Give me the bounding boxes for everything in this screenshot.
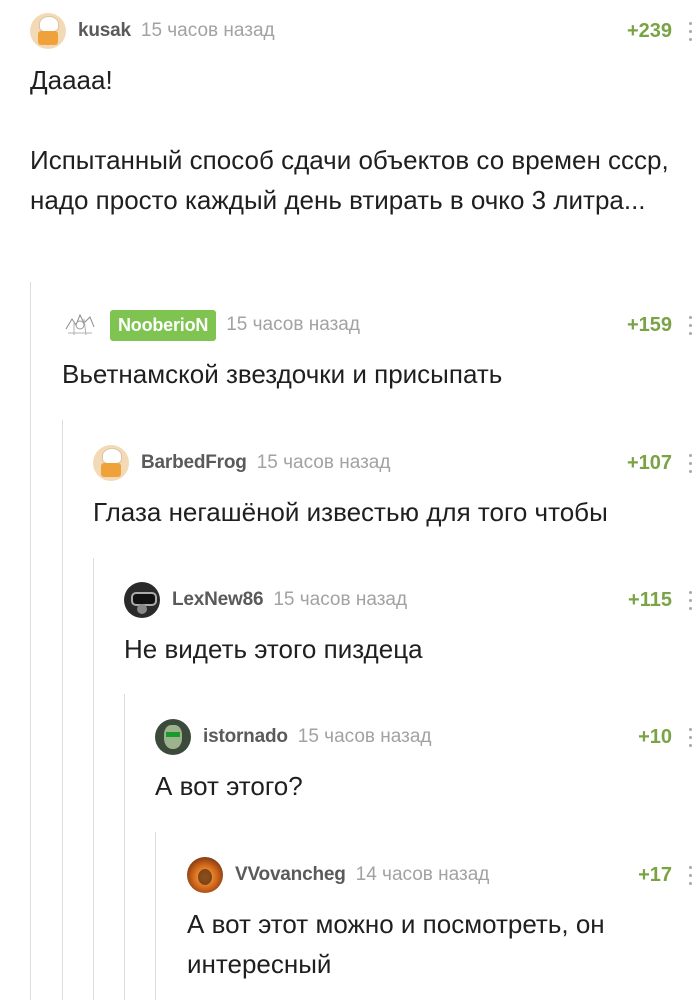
comment-header: istornado 15 часов назад +10 bbox=[155, 714, 700, 760]
thread-line[interactable] bbox=[62, 420, 63, 1000]
comment: istornado 15 часов назад +10 А вот этого… bbox=[155, 714, 700, 806]
comment: LexNew86 15 часов назад +115 Не видеть э… bbox=[124, 577, 700, 669]
username[interactable]: NooberioN bbox=[110, 309, 217, 341]
comment-line: Глаза негашёной известью для того чтобы bbox=[93, 497, 608, 527]
rating: +115 bbox=[628, 588, 672, 611]
more-icon[interactable] bbox=[684, 588, 696, 612]
comment: NooberioN 15 часов назад +159 Вьетнамско… bbox=[62, 302, 700, 394]
more-icon[interactable] bbox=[684, 19, 696, 43]
timestamp[interactable]: 15 часов назад bbox=[141, 20, 275, 42]
avatar-raccoon-icon[interactable] bbox=[124, 582, 160, 618]
comment-text: А вот этот можно и посмотреть, он интере… bbox=[187, 904, 700, 984]
comment-header: kusak 15 часов назад +239 bbox=[30, 8, 700, 54]
comment-header: LexNew86 15 часов назад +115 bbox=[124, 577, 700, 623]
username[interactable]: LexNew86 bbox=[172, 589, 264, 611]
comment-text: Даааа! Испытанный способ сдачи объектов … bbox=[30, 60, 700, 220]
timestamp[interactable]: 15 часов назад bbox=[273, 589, 407, 611]
rating: +159 bbox=[626, 313, 672, 336]
comment-text: Глаза негашёной известью для того чтобы bbox=[93, 492, 700, 532]
username[interactable]: VVovancheg bbox=[235, 864, 346, 886]
avatar-fire-icon[interactable] bbox=[187, 857, 223, 893]
thread-line[interactable] bbox=[155, 832, 156, 1000]
timestamp[interactable]: 14 часов назад bbox=[356, 864, 490, 886]
more-icon[interactable] bbox=[684, 725, 696, 749]
username[interactable]: BarbedFrog bbox=[141, 452, 247, 474]
comment-header: VVovancheg 14 часов назад +17 bbox=[187, 852, 700, 898]
username[interactable]: istornado bbox=[203, 726, 288, 748]
thread-line[interactable] bbox=[124, 694, 125, 1000]
comment-header: BarbedFrog 15 часов назад +107 bbox=[93, 440, 700, 486]
thread-line[interactable] bbox=[93, 558, 94, 1000]
rating: +239 bbox=[626, 19, 672, 42]
thread-line[interactable] bbox=[30, 282, 31, 1000]
avatar-chef-icon[interactable] bbox=[93, 445, 129, 481]
avatar-hacker-icon[interactable] bbox=[155, 719, 191, 755]
more-icon[interactable] bbox=[684, 313, 696, 337]
more-icon[interactable] bbox=[684, 451, 696, 475]
comment-line: Испытанный способ сдачи объектов со врем… bbox=[30, 145, 669, 215]
comment: BarbedFrog 15 часов назад +107 Глаза нег… bbox=[93, 440, 700, 532]
more-icon[interactable] bbox=[684, 863, 696, 887]
comment-text: А вот этого? bbox=[155, 766, 700, 806]
avatar-chef-icon[interactable] bbox=[30, 13, 66, 49]
comment-header: NooberioN 15 часов назад +159 bbox=[62, 302, 700, 348]
comment-line: Не видеть этого пиздеца bbox=[124, 634, 423, 664]
rating: +17 bbox=[638, 863, 672, 886]
comment-line: А вот этого? bbox=[155, 771, 303, 801]
comment-line: Вьетнамской звездочки и присыпать bbox=[62, 359, 503, 389]
avatar-sketch-icon[interactable] bbox=[62, 307, 98, 343]
comment-line: Даааа! bbox=[30, 65, 113, 95]
comment-text: Не видеть этого пиздеца bbox=[124, 629, 700, 669]
comment: kusak 15 часов назад +239 Даааа! Испытан… bbox=[30, 8, 700, 220]
timestamp[interactable]: 15 часов назад bbox=[298, 726, 432, 748]
comment-line: А вот этот можно и посмотреть, он интере… bbox=[187, 909, 605, 979]
comment: VVovancheg 14 часов назад +17 А вот этот… bbox=[187, 852, 700, 984]
comment-text: Вьетнамской звездочки и присыпать bbox=[62, 354, 700, 394]
rating: +107 bbox=[626, 451, 672, 474]
timestamp[interactable]: 15 часов назад bbox=[226, 314, 360, 336]
rating: +10 bbox=[638, 725, 672, 748]
timestamp[interactable]: 15 часов назад bbox=[257, 452, 391, 474]
username[interactable]: kusak bbox=[78, 20, 131, 42]
